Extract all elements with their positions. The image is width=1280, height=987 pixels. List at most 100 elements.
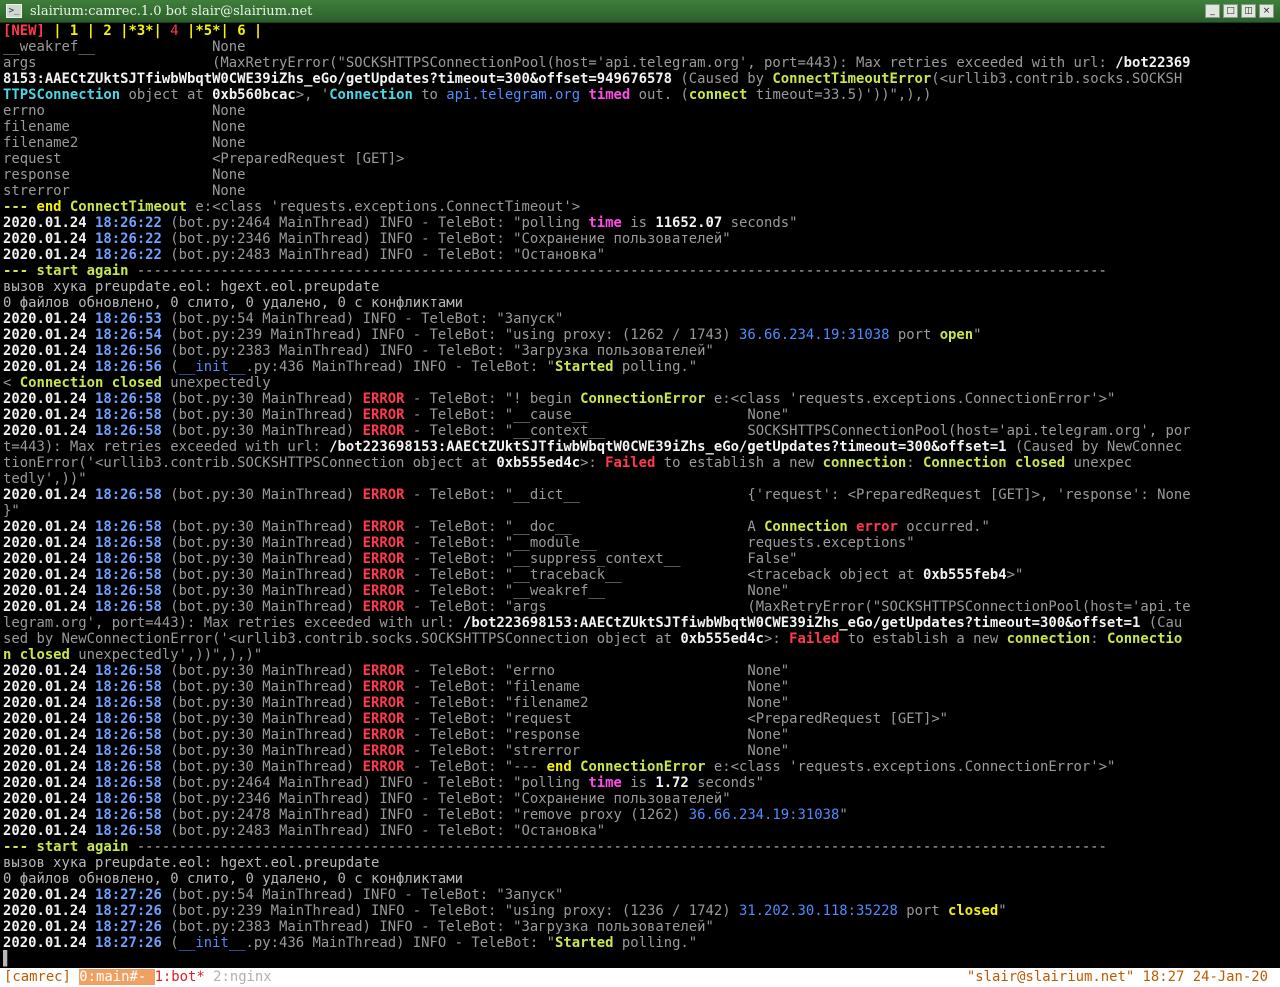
terminal-text: (Cau: [1140, 615, 1183, 631]
terminal-text: __init__: [178, 359, 246, 375]
terminal-text: (bot.py:2346 MainThread) INFO - TeleBot:…: [161, 791, 731, 807]
terminal-text: 2020.01.24: [3, 327, 95, 343]
terminal-text: 18:26:58: [95, 663, 162, 679]
terminal-text: - TeleBot: "__context__ SOCKSHTTPSConnec…: [404, 423, 1191, 439]
terminal-line: 2020.01.24 18:26:58 (bot.py:30 MainThrea…: [3, 679, 1277, 695]
terminal-text: ConnectTimeoutError: [772, 71, 932, 87]
title-bar[interactable]: >_ slairium:camrec.1.0 bot slair@slairiu…: [0, 0, 1280, 23]
terminal-text: ConnectTimeout: [61, 199, 187, 215]
terminal-text: 18:27:26: [95, 903, 162, 919]
terminal-line: 2020.01.24 18:26:58 (bot.py:2483 MainThr…: [3, 823, 1277, 839]
terminal-text: (bot.py:30 MainThread): [161, 663, 363, 679]
terminal-text: |*5*| 6 |: [178, 23, 263, 39]
terminal-line: 2020.01.24 18:26:58 (bot.py:30 MainThrea…: [3, 711, 1277, 727]
terminal-text: 18:26:58: [95, 583, 162, 599]
minimize-icon[interactable]: _: [1205, 4, 1220, 18]
terminal-line: 2020.01.24 18:26:58 (bot.py:30 MainThrea…: [3, 727, 1277, 743]
terminal-text: filename2 None: [3, 135, 246, 151]
terminal-line: 2020.01.24 18:26:22 (bot.py:2483 MainThr…: [3, 247, 1277, 263]
terminal-text: unexpectedly: [161, 375, 271, 391]
terminal-text: (: [161, 935, 179, 951]
window-tab-nginx[interactable]: 2:nginx: [213, 969, 272, 985]
terminal-text: request <PreparedRequest [GET]>: [3, 151, 405, 167]
terminal-window: >_ slairium:camrec.1.0 bot slair@slairiu…: [0, 0, 1280, 987]
terminal-text: ----------------------------------------…: [136, 263, 1107, 279]
terminal-output[interactable]: [NEW] | 1 | 2 |*3*| 4 |*5*| 6 | __weakref…: [3, 23, 1277, 967]
terminal-text: 2020.01.24: [3, 583, 95, 599]
window-tab-main[interactable]: 0:main#-: [79, 969, 155, 985]
terminal-text: 2020.01.24: [3, 311, 95, 327]
terminal-line: 2020.01.24 18:26:22 (bot.py:2464 MainThr…: [3, 215, 1277, 231]
terminal-text: (bot.py:30 MainThread): [161, 423, 363, 439]
terminal-text: Started: [554, 935, 614, 951]
terminal-text: ERROR: [362, 551, 405, 567]
terminal-line: tedly',))": [3, 471, 1277, 487]
terminal-line: 2020.01.24 18:27:26 (__init__.py:436 Mai…: [3, 935, 1277, 951]
terminal-text: 2020.01.24: [3, 519, 95, 535]
window-tab-bot[interactable]: 1:bot*: [155, 969, 214, 985]
terminal-text: (bot.py:30 MainThread): [161, 711, 363, 727]
status-right: "slair@slairium.net" 18:27 24-Jan-20: [966, 969, 1268, 985]
terminal-icon[interactable]: >_: [6, 4, 22, 18]
terminal-text: 2020.01.24: [3, 359, 95, 375]
terminal-text: 2020.01.24: [3, 343, 95, 359]
restore-icon[interactable]: ◫: [1241, 4, 1256, 18]
terminal-text: connection: [822, 455, 907, 471]
terminal-line: n closed unexpectedly',))",),)": [3, 647, 1277, 663]
terminal-line: sed by NewConnectionError('<urllib3.cont…: [3, 631, 1277, 647]
terminal-text: tedly',))": [3, 471, 87, 487]
terminal-text: Failed: [605, 455, 656, 471]
terminal-text: 0 файлов обновлено, 0 слито, 0 удалено, …: [3, 871, 463, 887]
terminal-text: 18:26:54: [95, 327, 162, 343]
terminal-text: seconds": [722, 215, 798, 231]
terminal-text: ERROR: [362, 759, 405, 775]
terminal-line: 2020.01.24 18:26:58 (bot.py:30 MainThrea…: [3, 391, 1277, 407]
terminal-text: Started: [554, 359, 614, 375]
terminal-line: 2020.01.24 18:26:56 (__init__.py:436 Mai…: [3, 359, 1277, 375]
terminal-text: (bot.py:2383 MainThread) INFO - TeleBot:…: [161, 343, 714, 359]
terminal-text: 18:26:58: [95, 407, 162, 423]
terminal-text: - TeleBot: "errno None": [404, 663, 790, 679]
terminal-text: (<urllib3.contrib.socks.SOCKSH: [931, 71, 1183, 87]
terminal-text: }": [3, 503, 20, 519]
terminal-text: (bot.py:30 MainThread): [161, 567, 363, 583]
maximize-icon[interactable]: □: [1223, 4, 1238, 18]
terminal-text: - TeleBot: "__traceback__ <traceback obj…: [404, 567, 923, 583]
terminal-text: 18:26:58: [95, 711, 162, 727]
terminal-line: 8153:AAECtZUktSJTfiwbWbqtW0CWE39iZhs_eGo…: [3, 71, 1277, 87]
terminal-text: (bot.py:30 MainThread): [161, 743, 363, 759]
terminal-text: filename None: [3, 119, 246, 135]
terminal-text: Failed: [789, 631, 840, 647]
session-name: [camrec]: [4, 969, 80, 985]
terminal-text: | 1 | 2 |*3*|: [44, 23, 171, 39]
terminal-text: 1.72: [655, 775, 689, 791]
terminal-text: <: [3, 375, 20, 391]
terminal-text: - TeleBot: "---: [404, 759, 547, 775]
terminal-text: 2020.01.24: [3, 823, 95, 839]
terminal-text: seconds": [688, 775, 765, 791]
terminal-text: 18:26:58: [95, 423, 162, 439]
terminal-line: 2020.01.24 18:26:58 (bot.py:30 MainThrea…: [3, 583, 1277, 599]
terminal-text: ERROR: [362, 663, 405, 679]
terminal-text: (bot.py:30 MainThread): [161, 695, 363, 711]
terminal-line: вызов хука preupdate.eol: hgext.eol.preu…: [3, 855, 1277, 871]
status-left: [camrec] 0:main#- 1:bot* 2:nginx: [4, 969, 272, 986]
terminal-line: 2020.01.24 18:26:58 (bot.py:30 MainThrea…: [3, 743, 1277, 759]
close-icon[interactable]: ×: [1259, 4, 1274, 18]
terminal-text: ---: [3, 199, 37, 215]
terminal-text: end: [36, 199, 62, 215]
terminal-line: 0 файлов обновлено, 0 слито, 0 удалено, …: [3, 295, 1277, 311]
terminal-text: 0xb555feb4: [922, 567, 1007, 583]
terminal-line: 2020.01.24 18:26:58 (bot.py:30 MainThrea…: [3, 567, 1277, 583]
terminal-text: 2020.01.24: [3, 887, 95, 903]
terminal-text: (bot.py:30 MainThread): [161, 599, 363, 615]
terminal-line: 2020.01.24 18:27:26 (bot.py:54 MainThrea…: [3, 887, 1277, 903]
terminal-text: >:: [764, 631, 790, 647]
terminal-text: 36.66.234.19:31038: [688, 807, 840, 823]
terminal-text: :: [1090, 631, 1107, 647]
terminal-text: - TeleBot: "__cause__ None": [404, 407, 790, 423]
terminal-text: .py:436 MainThread) INFO - TeleBot: ": [245, 935, 555, 951]
terminal-text: ERROR: [362, 519, 405, 535]
terminal-text: 18:26:58: [95, 519, 162, 535]
